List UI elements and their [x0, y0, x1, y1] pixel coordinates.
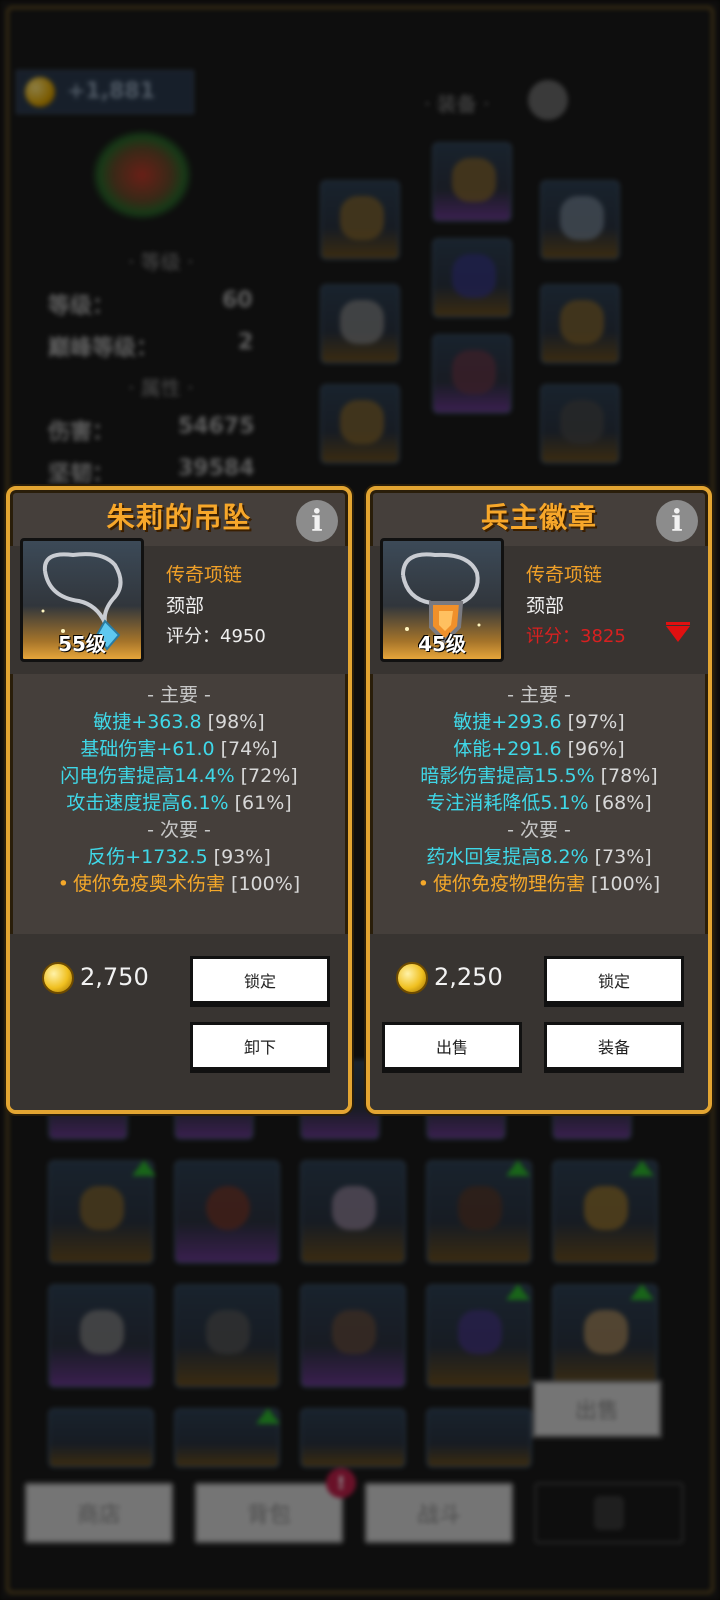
stat-line: 敏捷+363.8 [98%]: [93, 711, 265, 733]
item-actions: 2,250 锁定 出售 装备: [370, 934, 708, 1110]
item-stats: - 主要 - 敏捷+293.6 [97%] 体能+291.6 [96%] 暗影伤害提…: [370, 682, 708, 898]
unequip-button[interactable]: 卸下: [190, 1022, 330, 1070]
item-score: 评分：3825: [526, 626, 626, 647]
secondary-header: - 次要 -: [147, 819, 211, 841]
item-actions: 2,750 锁定 卸下: [10, 934, 348, 1110]
stat-line: 反伤+1732.5 [93%]: [87, 846, 271, 868]
item-rarity-type: 传奇项链: [166, 564, 243, 586]
item-slot: 颈部: [166, 595, 205, 617]
info-button[interactable]: i: [656, 500, 698, 542]
compare-item-panel: 兵主徽章 i 45级 传奇项链 颈部 评分：3825 - 主要 - 敏捷+293…: [366, 486, 712, 1114]
secondary-header: - 次要 -: [507, 819, 571, 841]
stat-line: 体能+291.6 [96%]: [453, 738, 625, 760]
stat-line: 攻击速度提高6.1% [61%]: [66, 792, 292, 814]
item-level: 55级: [58, 632, 106, 656]
item-rarity-type: 传奇项链: [526, 564, 603, 586]
item-score: 评分：4950: [166, 626, 266, 647]
lock-button[interactable]: 锁定: [544, 956, 684, 1004]
item-icon: 55级: [20, 538, 144, 662]
score-down-arrow-icon: [666, 622, 690, 642]
primary-header: - 主要 -: [147, 684, 211, 706]
item-icon: 45级: [380, 538, 504, 662]
item-slot: 颈部: [526, 595, 565, 617]
item-level: 45级: [418, 632, 466, 656]
item-stats: - 主要 - 敏捷+363.8 [98%] 基础伤害+61.0 [74%] 闪电伤害…: [10, 682, 348, 898]
primary-header: - 主要 -: [507, 684, 571, 706]
sell-price: 2,750: [80, 963, 149, 991]
equipped-item-panel: 朱莉的吊坠 i 55级 传奇项链 颈部 评分：4950 - 主要 - 敏捷+36…: [6, 486, 352, 1114]
sell-button[interactable]: 出售: [382, 1022, 522, 1070]
stat-line: 闪电伤害提高14.4% [72%]: [60, 765, 298, 787]
legendary-stat-line: • 使你免疫物理伤害 [100%]: [417, 873, 661, 895]
stat-line: 暗影伤害提高15.5% [78%]: [420, 765, 658, 787]
gold-coin-icon: [42, 962, 74, 994]
legendary-stat-line: • 使你免疫奥术伤害 [100%]: [57, 873, 301, 895]
lock-button[interactable]: 锁定: [190, 956, 330, 1004]
stat-line: 基础伤害+61.0 [74%]: [80, 738, 278, 760]
info-button[interactable]: i: [296, 500, 338, 542]
gold-coin-icon: [396, 962, 428, 994]
sell-price: 2,250: [434, 963, 503, 991]
stat-line: 敏捷+293.6 [97%]: [453, 711, 625, 733]
stat-line: 专注消耗降低5.1% [68%]: [426, 792, 652, 814]
stat-line: 药水回复提高8.2% [73%]: [426, 846, 652, 868]
equip-button[interactable]: 装备: [544, 1022, 684, 1070]
